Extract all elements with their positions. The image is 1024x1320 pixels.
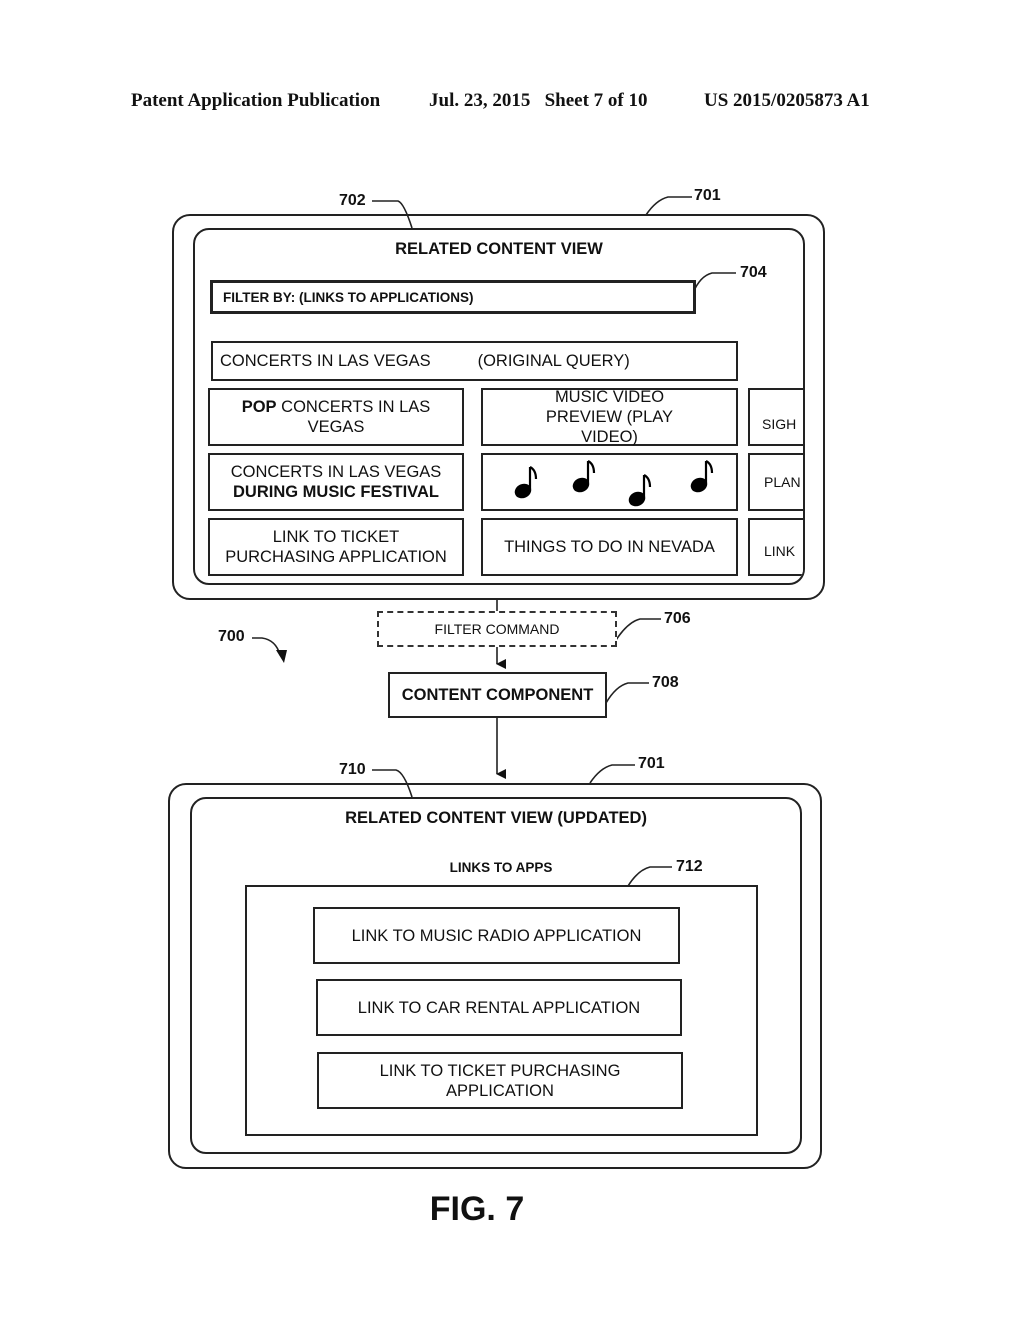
view-title: RELATED CONTENT VIEW <box>395 240 603 258</box>
card-things-to-do-text: THINGS TO DO IN NEVADA <box>504 538 715 556</box>
leader-706 <box>615 618 661 641</box>
filter-bar[interactable]: FILTER BY: (LINKS TO APPLICATIONS) <box>210 280 696 314</box>
music-notes-icon <box>514 460 714 507</box>
ref-702: 702 <box>339 192 366 209</box>
card-pop-text: CONCERTS IN LAS VEGAS <box>276 398 431 436</box>
card-festival-line2: DURING MUSIC FESTIVAL <box>233 483 439 501</box>
figure-label: FIG. 7 <box>429 1190 525 1228</box>
music-note-icon <box>690 460 714 493</box>
card-side-plan[interactable]: PLAN <box>748 453 803 511</box>
leader-700 <box>252 637 281 656</box>
link-ticket-purchasing-text: LINK TO TICKET PURCHASING APPLICATION <box>379 1061 621 1100</box>
link-music-radio-text: LINK TO MUSIC RADIO APPLICATION <box>351 926 642 945</box>
original-query-box[interactable]: CONCERTS IN LAS VEGAS (ORIGINAL QUERY) <box>211 341 738 381</box>
music-note-icon <box>514 466 538 499</box>
card-things-to-do[interactable]: THINGS TO DO IN NEVADA <box>481 518 738 576</box>
link-car-rental-text: LINK TO CAR RENTAL APPLICATION <box>357 998 641 1017</box>
links-to-apps-label: LINKS TO APPS <box>449 860 553 875</box>
card-music-notes[interactable] <box>481 453 738 511</box>
ref-701-bottom: 701 <box>638 755 665 772</box>
filter-command: FILTER COMMAND <box>377 611 617 647</box>
related-content-view: RELATED CONTENT VIEW FILTER BY: (LINKS T… <box>193 228 805 585</box>
query-text: CONCERTS IN LAS VEGAS <box>220 352 431 370</box>
leader-708 <box>605 682 649 704</box>
ref-706: 706 <box>664 610 691 627</box>
card-ticket-link[interactable]: LINK TO TICKET PURCHASING APPLICATION <box>208 518 464 576</box>
filter-command-label: FILTER COMMAND <box>434 621 560 637</box>
card-side-sigh-text: SIGH <box>762 416 797 432</box>
card-side-link[interactable]: LINK <box>748 518 803 576</box>
card-music-video-text: MUSIC VIDEO PREVIEW (PLAY VIDEO) <box>545 388 674 446</box>
leader-701-top <box>645 196 692 216</box>
link-music-radio[interactable]: LINK TO MUSIC RADIO APPLICATION <box>313 907 680 964</box>
leader-701-bottom <box>589 764 635 784</box>
card-festival-line1: CONCERTS IN LAS VEGAS <box>230 463 442 481</box>
card-festival[interactable]: CONCERTS IN LAS VEGAS DURING MUSIC FESTI… <box>208 453 464 511</box>
updated-view-title: RELATED CONTENT VIEW (UPDATED) <box>345 809 647 827</box>
ref-708: 708 <box>652 674 679 691</box>
ref-710: 710 <box>339 761 366 778</box>
card-side-link-text: LINK <box>764 543 796 559</box>
ref-700: 700 <box>218 628 245 645</box>
content-component: CONTENT COMPONENT <box>388 672 607 718</box>
arrowhead-700 <box>276 650 287 663</box>
filter-label: FILTER BY: (LINKS TO APPLICATIONS) <box>223 289 474 305</box>
music-note-icon <box>628 474 652 507</box>
card-ticket-link-text: LINK TO TICKET PURCHASING APPLICATION <box>225 528 447 566</box>
link-car-rental[interactable]: LINK TO CAR RENTAL APPLICATION <box>316 979 682 1036</box>
query-note: (ORIGINAL QUERY) <box>477 352 630 370</box>
card-music-video[interactable]: MUSIC VIDEO PREVIEW (PLAY VIDEO) <box>481 388 738 446</box>
music-note-icon <box>572 460 596 493</box>
card-side-plan-text: PLAN <box>764 474 801 490</box>
link-ticket-purchasing[interactable]: LINK TO TICKET PURCHASING APPLICATION <box>317 1052 683 1109</box>
card-pop-bold: POP <box>241 398 277 416</box>
card-side-sigh[interactable]: SIGH <box>748 388 803 446</box>
content-component-label: CONTENT COMPONENT <box>401 685 594 704</box>
card-pop-concerts[interactable]: POP CONCERTS IN LAS VEGAS <box>208 388 464 446</box>
ref-701-top: 701 <box>694 187 721 204</box>
